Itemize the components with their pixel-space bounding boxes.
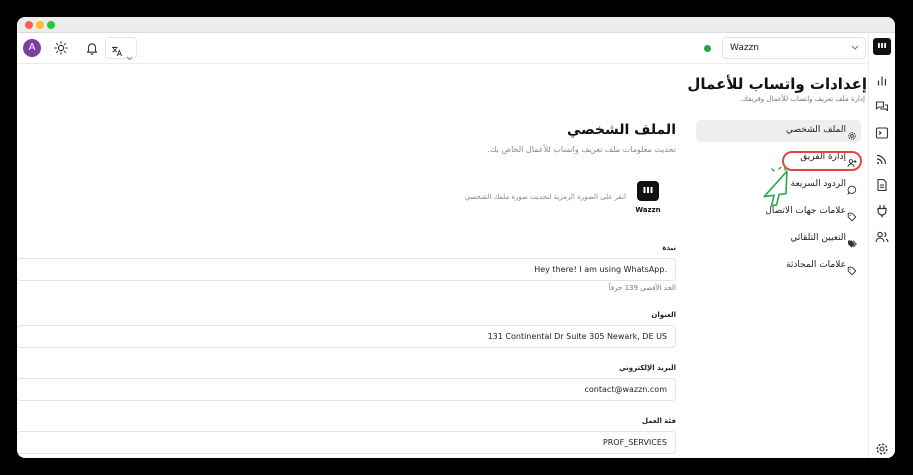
settings-title: إعدادات واتساب للأعمال (687, 75, 867, 93)
bar-chart-icon[interactable] (874, 73, 890, 89)
email-field-value: contact@wazzn.com (584, 385, 667, 394)
category-field-value: PROF_SERVICES (602, 438, 667, 447)
workspace-select[interactable]: Wazzn (722, 37, 866, 59)
terminal-icon[interactable] (874, 125, 890, 141)
app-window: A Wazzn إعدادات واتساب للأعمال إدارة ملف… (17, 17, 895, 458)
sun-icon[interactable] (53, 40, 69, 56)
tag-icon (847, 207, 857, 222)
sidebar-item-label: الملف الشخصي (786, 125, 846, 135)
chevron-down-icon (851, 45, 859, 50)
pointer-cursor-icon (755, 166, 793, 207)
icon-rail (868, 33, 895, 458)
address-field[interactable]: 131 Continental Dr Suite 305 Newark, DE … (17, 325, 676, 348)
page-subtitle: تحديث معلومات ملف تعريف واتساب للأعمال ا… (487, 145, 676, 154)
maximize-window-button[interactable] (47, 21, 55, 29)
message-circle-icon (847, 180, 857, 195)
chevron-down-icon (126, 46, 133, 65)
app-logo-icon (637, 181, 659, 201)
translate-icon (111, 42, 123, 61)
page-title: الملف الشخصي (566, 122, 676, 138)
document-icon[interactable] (874, 177, 890, 193)
tag-icon (847, 261, 857, 276)
language-select[interactable] (105, 37, 137, 61)
category-field[interactable]: PROF_SERVICES (17, 431, 676, 454)
sidebar-item-label: علامات جهات الاتصال (765, 206, 846, 216)
address-field-value: 131 Continental Dr Suite 305 Newark, DE … (487, 332, 667, 341)
workspace-select-value: Wazzn (730, 43, 759, 53)
about-field[interactable]: Hey there! I am using WhatsApp. (17, 258, 676, 281)
window-titlebar (17, 17, 895, 33)
sidebar-item-profile[interactable]: الملف الشخصي (696, 120, 861, 142)
chat-bubbles-icon[interactable] (874, 99, 890, 115)
sidebar-item-conversation-labels[interactable]: علامات المحادثة (696, 255, 861, 277)
top-bar: A Wazzn (17, 33, 895, 64)
minimize-window-button[interactable] (36, 21, 44, 29)
avatar-hint: انقر على الصورة الرمزية لتحديث صورة ملفك… (464, 193, 626, 201)
business-avatar[interactable]: Wazzn (633, 181, 663, 219)
plug-icon[interactable] (874, 203, 890, 219)
email-label: البريد الإلكتروني (619, 364, 676, 372)
about-field-value: Hey there! I am using WhatsApp. (534, 265, 667, 274)
sidebar-item-label: الردود السريعة (790, 179, 846, 189)
broadcast-icon[interactable] (874, 151, 890, 167)
business-logo-text: Wazzn (635, 206, 661, 214)
address-label: العنوان (651, 311, 676, 319)
sidebar-item-auto-assignment[interactable]: التعيين التلقائي (696, 228, 861, 250)
bell-icon[interactable] (84, 40, 100, 56)
category-label: فئة العمل (641, 417, 676, 425)
app-logo-icon[interactable] (873, 38, 891, 55)
avatar[interactable]: A (23, 39, 41, 57)
settings-icon (847, 126, 857, 140)
close-window-button[interactable] (25, 21, 33, 29)
sidebar-item-label: علامات المحادثة (786, 260, 846, 270)
about-label: نبذة (662, 244, 676, 252)
gear-icon[interactable] (874, 441, 890, 457)
about-char-limit: الحد الأقصى 139 حرفاً (608, 284, 676, 292)
profile-panel: الملف الشخصي تحديث معلومات ملف تعريف وات… (17, 65, 689, 458)
users-icon[interactable] (874, 229, 890, 245)
sidebar-item-label: التعيين التلقائي (790, 233, 846, 243)
settings-side-pane: إعدادات واتساب للأعمال إدارة ملف تعريف و… (687, 65, 867, 458)
settings-subtitle: إدارة ملف تعريف واتساب للأعمال وفريقك. (739, 95, 865, 103)
highlight-outline (782, 151, 862, 171)
email-field[interactable]: contact@wazzn.com (17, 378, 676, 401)
tags-icon (847, 234, 857, 248)
connection-status-dot (704, 45, 711, 52)
